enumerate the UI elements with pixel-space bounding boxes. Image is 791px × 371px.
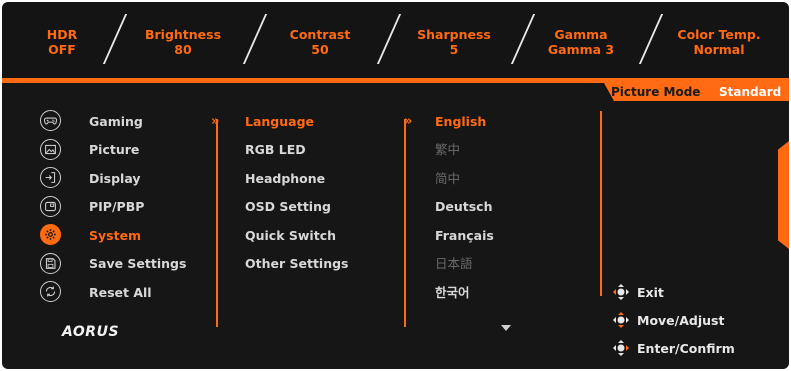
status-gamma: Gamma Gamma 3 <box>540 27 622 57</box>
hint-enter-confirm: Enter/Confirm <box>611 338 735 358</box>
picture-icon <box>40 139 61 160</box>
reset-icon <box>40 281 61 302</box>
language-option-korean[interactable]: 한국어 <box>435 285 470 300</box>
hint-enter-confirm-label: Enter/Confirm <box>637 340 735 356</box>
gamepad-icon <box>40 110 61 131</box>
language-option-simplified-chinese[interactable]: 简中 <box>435 171 460 186</box>
hint-exit-label: Exit <box>637 284 664 300</box>
status-sharpness-label: Sharpness <box>417 27 491 42</box>
submenu-item-rgb-led[interactable]: RGB LED <box>245 142 306 157</box>
status-hdr: HDR OFF <box>42 27 82 57</box>
submenu-item-quick-switch[interactable]: Quick Switch <box>245 228 336 243</box>
status-contrast: Contrast 50 <box>284 27 356 57</box>
status-brightness-value: 80 <box>174 42 192 57</box>
menu-label-system: System <box>89 228 142 243</box>
column-divider <box>404 119 406 327</box>
language-option-japanese[interactable]: 日本語 <box>435 256 473 271</box>
status-color-temp: Color Temp. Normal <box>674 27 764 57</box>
submenu-item-language[interactable]: Language <box>245 114 314 129</box>
picture-mode-label: Picture Mode <box>611 85 701 99</box>
display-input-icon <box>40 167 61 188</box>
status-contrast-value: 50 <box>311 42 329 57</box>
status-sharpness: Sharpness 5 <box>412 27 496 57</box>
hint-move-adjust: Move/Adjust <box>611 310 724 330</box>
status-brightness: Brightness 80 <box>142 27 224 57</box>
status-separator <box>242 14 268 64</box>
language-option-traditional-chinese[interactable]: 繁中 <box>435 142 460 157</box>
status-bar: HDR OFF Brightness 80 Contrast 50 Sharpn… <box>2 2 789 78</box>
status-sharpness-value: 5 <box>449 42 459 57</box>
joystick-left-icon <box>611 282 631 302</box>
chevron-right-icon: » <box>211 114 220 129</box>
submenu-item-osd-setting[interactable]: OSD Setting <box>245 199 331 214</box>
submenu-item-headphone[interactable]: Headphone <box>245 171 325 186</box>
status-hdr-value: OFF <box>48 42 76 57</box>
column-divider <box>600 111 602 296</box>
status-contrast-label: Contrast <box>289 27 351 42</box>
status-gamma-value: Gamma 3 <box>547 42 615 57</box>
status-separator <box>102 14 128 64</box>
side-accent <box>778 141 789 249</box>
status-gamma-label: Gamma <box>554 27 608 42</box>
status-separator <box>510 14 536 64</box>
language-option-deutsch[interactable]: Deutsch <box>435 199 492 214</box>
menu-label-pip-pbp: PIP/PBP <box>89 199 145 214</box>
scroll-down-icon[interactable] <box>501 325 511 331</box>
save-icon <box>40 253 61 274</box>
menu-label-display: Display <box>89 171 141 186</box>
language-option-francais[interactable]: Français <box>435 228 494 243</box>
status-separator <box>376 14 402 64</box>
submenu-item-other-settings[interactable]: Other Settings <box>245 256 349 271</box>
menu-label-reset-all: Reset All <box>89 285 152 300</box>
status-hdr-label: HDR <box>46 27 78 42</box>
osd-menu: HDR OFF Brightness 80 Contrast 50 Sharpn… <box>0 0 791 371</box>
column-divider <box>216 119 218 327</box>
chevron-right-icon: » <box>404 114 413 129</box>
hint-exit: Exit <box>611 282 664 302</box>
status-color-temp-label: Color Temp. <box>677 27 761 42</box>
menu-label-save-settings: Save Settings <box>89 256 187 271</box>
menu-label-gaming: Gaming <box>89 114 143 129</box>
joystick-right-icon <box>611 338 631 358</box>
status-separator <box>638 14 664 64</box>
gear-icon <box>40 224 61 245</box>
language-option-english[interactable]: English <box>435 114 486 129</box>
hint-move-adjust-label: Move/Adjust <box>637 312 725 328</box>
pip-icon <box>40 196 61 217</box>
status-color-temp-value: Normal <box>693 42 745 57</box>
joystick-updown-icon <box>611 310 631 330</box>
status-brightness-label: Brightness <box>144 27 222 42</box>
picture-mode-value: Standard <box>719 85 782 99</box>
menu-label-picture: Picture <box>89 142 140 157</box>
aorus-logo: AORUS <box>62 324 120 340</box>
